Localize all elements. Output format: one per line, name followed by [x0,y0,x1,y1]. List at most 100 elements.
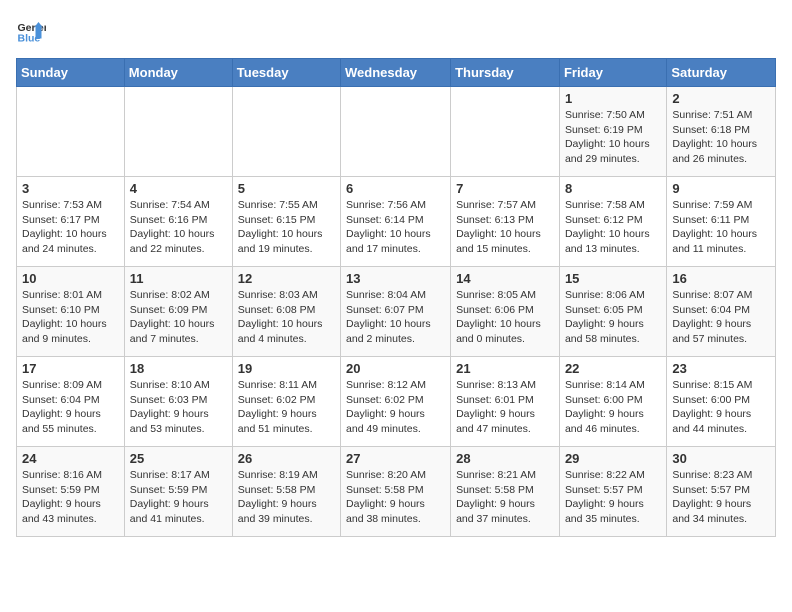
day-info: Sunrise: 8:17 AMSunset: 5:59 PMDaylight:… [130,468,227,527]
day-info: Sunrise: 8:05 AMSunset: 6:06 PMDaylight:… [456,288,554,347]
day-cell: 28 Sunrise: 8:21 AMSunset: 5:58 PMDayligh… [451,447,560,537]
day-cell: 2 Sunrise: 7:51 AMSunset: 6:18 PMDaylight… [667,87,776,177]
header-monday: Monday [124,59,232,87]
week-row-1: 3Sunrise: 7:53 AMSunset: 6:17 PMDaylight… [17,177,776,267]
calendar-table: SundayMondayTuesdayWednesdayThursdayFrid… [16,58,776,537]
day-number: 15 [565,271,661,286]
day-cell: 22Sunrise: 8:14 AMSunset: 6:00 PMDayligh… [559,357,666,447]
day-number: 27 [346,451,445,466]
day-cell: 30 Sunrise: 8:23 AMSunset: 5:57 PMDayligh… [667,447,776,537]
day-cell: 6 Sunrise: 7:56 AMSunset: 6:14 PMDaylight… [341,177,451,267]
day-number: 13 [346,271,445,286]
day-number: 1 [565,91,661,106]
day-number: 20 [346,361,445,376]
week-row-3: 17 Sunrise: 8:09 AMSunset: 6:04 PMDayligh… [17,357,776,447]
day-number: 21 [456,361,554,376]
day-cell [341,87,451,177]
header-tuesday: Tuesday [232,59,340,87]
day-info: Sunrise: 7:56 AMSunset: 6:14 PMDaylight:… [346,198,445,257]
day-cell: 29 Sunrise: 8:22 AMSunset: 5:57 PMDayligh… [559,447,666,537]
day-cell: 3Sunrise: 7:53 AMSunset: 6:17 PMDaylight… [17,177,125,267]
day-cell: 4 Sunrise: 7:54 AMSunset: 6:16 PMDaylight… [124,177,232,267]
day-info: Sunrise: 8:12 AMSunset: 6:02 PMDaylight:… [346,378,445,437]
day-cell [124,87,232,177]
day-info: Sunrise: 8:02 AMSunset: 6:09 PMDaylight:… [130,288,227,347]
day-cell: 8 Sunrise: 7:58 AMSunset: 6:12 PMDaylight… [559,177,666,267]
day-cell: 1 Sunrise: 7:50 AMSunset: 6:19 PMDaylight… [559,87,666,177]
day-number: 7 [456,181,554,196]
day-info: Sunrise: 8:03 AMSunset: 6:08 PMDaylight:… [238,288,335,347]
day-number: 8 [565,181,661,196]
day-cell: 27 Sunrise: 8:20 AMSunset: 5:58 PMDayligh… [341,447,451,537]
day-number: 17 [22,361,119,376]
day-info: Sunrise: 8:09 AMSunset: 6:04 PMDaylight:… [22,378,119,437]
calendar-body: 1 Sunrise: 7:50 AMSunset: 6:19 PMDaylight… [17,87,776,537]
day-cell: 17 Sunrise: 8:09 AMSunset: 6:04 PMDayligh… [17,357,125,447]
day-cell: 20 Sunrise: 8:12 AMSunset: 6:02 PMDayligh… [341,357,451,447]
day-cell: 26 Sunrise: 8:19 AMSunset: 5:58 PMDayligh… [232,447,340,537]
day-cell: 7Sunrise: 7:57 AMSunset: 6:13 PMDaylight… [451,177,560,267]
day-info: Sunrise: 8:15 AMSunset: 6:00 PMDaylight:… [672,378,770,437]
day-cell: 9 Sunrise: 7:59 AMSunset: 6:11 PMDaylight… [667,177,776,267]
day-number: 6 [346,181,445,196]
day-number: 5 [238,181,335,196]
day-number: 14 [456,271,554,286]
day-info: Sunrise: 7:58 AMSunset: 6:12 PMDaylight:… [565,198,661,257]
day-cell: 14 Sunrise: 8:05 AMSunset: 6:06 PMDayligh… [451,267,560,357]
day-number: 24 [22,451,119,466]
day-cell [451,87,560,177]
day-cell: 25Sunrise: 8:17 AMSunset: 5:59 PMDayligh… [124,447,232,537]
day-number: 28 [456,451,554,466]
logo-icon: General Blue [16,16,46,46]
day-number: 30 [672,451,770,466]
day-number: 2 [672,91,770,106]
day-number: 3 [22,181,119,196]
header-sunday: Sunday [17,59,125,87]
day-cell: 19 Sunrise: 8:11 AMSunset: 6:02 PMDayligh… [232,357,340,447]
day-info: Sunrise: 8:23 AMSunset: 5:57 PMDaylight:… [672,468,770,527]
day-info: Sunrise: 8:11 AMSunset: 6:02 PMDaylight:… [238,378,335,437]
day-info: Sunrise: 8:16 AMSunset: 5:59 PMDaylight:… [22,468,119,527]
day-number: 11 [130,271,227,286]
day-cell: 13 Sunrise: 8:04 AMSunset: 6:07 PMDayligh… [341,267,451,357]
day-info: Sunrise: 7:55 AMSunset: 6:15 PMDaylight:… [238,198,335,257]
day-cell: 23 Sunrise: 8:15 AMSunset: 6:00 PMDayligh… [667,357,776,447]
day-info: Sunrise: 8:07 AMSunset: 6:04 PMDaylight:… [672,288,770,347]
day-info: Sunrise: 8:21 AMSunset: 5:58 PMDaylight:… [456,468,554,527]
day-info: Sunrise: 8:14 AMSunset: 6:00 PMDaylight:… [565,378,661,437]
calendar-header: SundayMondayTuesdayWednesdayThursdayFrid… [17,59,776,87]
day-number: 16 [672,271,770,286]
day-info: Sunrise: 7:59 AMSunset: 6:11 PMDaylight:… [672,198,770,257]
logo: General Blue [16,16,46,46]
day-info: Sunrise: 7:54 AMSunset: 6:16 PMDaylight:… [130,198,227,257]
day-number: 26 [238,451,335,466]
day-number: 29 [565,451,661,466]
day-number: 19 [238,361,335,376]
day-cell: 10Sunrise: 8:01 AMSunset: 6:10 PMDayligh… [17,267,125,357]
day-cell: 15 Sunrise: 8:06 AMSunset: 6:05 PMDayligh… [559,267,666,357]
week-row-2: 10Sunrise: 8:01 AMSunset: 6:10 PMDayligh… [17,267,776,357]
day-cell: 5 Sunrise: 7:55 AMSunset: 6:15 PMDaylight… [232,177,340,267]
day-number: 10 [22,271,119,286]
day-cell: 12 Sunrise: 8:03 AMSunset: 6:08 PMDayligh… [232,267,340,357]
header-thursday: Thursday [451,59,560,87]
day-number: 9 [672,181,770,196]
week-row-4: 24 Sunrise: 8:16 AMSunset: 5:59 PMDayligh… [17,447,776,537]
day-info: Sunrise: 7:51 AMSunset: 6:18 PMDaylight:… [672,108,770,167]
day-info: Sunrise: 8:10 AMSunset: 6:03 PMDaylight:… [130,378,227,437]
day-info: Sunrise: 7:50 AMSunset: 6:19 PMDaylight:… [565,108,661,167]
day-info: Sunrise: 8:04 AMSunset: 6:07 PMDaylight:… [346,288,445,347]
day-number: 4 [130,181,227,196]
day-cell [17,87,125,177]
day-cell: 24 Sunrise: 8:16 AMSunset: 5:59 PMDayligh… [17,447,125,537]
day-cell: 21 Sunrise: 8:13 AMSunset: 6:01 PMDayligh… [451,357,560,447]
day-info: Sunrise: 8:19 AMSunset: 5:58 PMDaylight:… [238,468,335,527]
day-cell: 16 Sunrise: 8:07 AMSunset: 6:04 PMDayligh… [667,267,776,357]
day-number: 23 [672,361,770,376]
day-info: Sunrise: 8:20 AMSunset: 5:58 PMDaylight:… [346,468,445,527]
header-wednesday: Wednesday [341,59,451,87]
day-info: Sunrise: 8:22 AMSunset: 5:57 PMDaylight:… [565,468,661,527]
day-number: 12 [238,271,335,286]
day-info: Sunrise: 8:13 AMSunset: 6:01 PMDaylight:… [456,378,554,437]
day-info: Sunrise: 8:06 AMSunset: 6:05 PMDaylight:… [565,288,661,347]
